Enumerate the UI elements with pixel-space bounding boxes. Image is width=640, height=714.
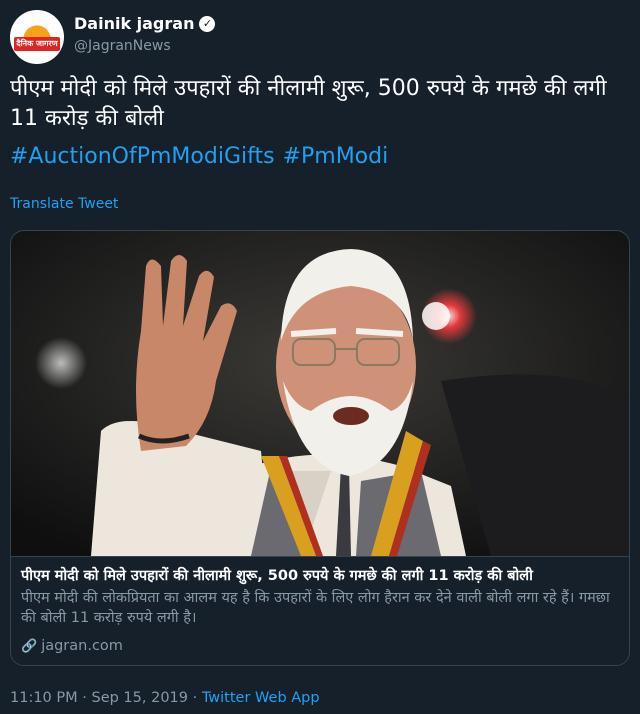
card-body[interactable]: पीएम मोदी को मिले उपहारों की नीलामी शुरू… bbox=[11, 556, 629, 665]
meta-separator: · bbox=[192, 690, 198, 706]
card-domain[interactable]: 🔗 jagran.com bbox=[21, 638, 123, 654]
tweet-header: दैनिक जागरण Dainik jagran ✓ @JagranNews bbox=[10, 8, 630, 66]
name-row: Dainik jagran ✓ bbox=[74, 14, 216, 33]
link-icon: 🔗 bbox=[21, 638, 38, 654]
card-domain-text: jagran.com bbox=[41, 638, 123, 654]
tweet-meta: 11:10 PM · Sep 15, 2019 · Twitter Web Ap… bbox=[10, 690, 320, 706]
card-image[interactable] bbox=[11, 231, 629, 556]
card-description: पीएम मोदी की लोकप्रियता का आलम यह है कि … bbox=[21, 590, 610, 626]
tweet-source[interactable]: Twitter Web App bbox=[202, 690, 320, 706]
display-name[interactable]: Dainik jagran bbox=[74, 14, 194, 33]
link-card[interactable]: पीएम मोदी को मिले उपहारों की नीलामी शुरू… bbox=[10, 230, 630, 666]
verified-badge-icon: ✓ bbox=[199, 15, 216, 32]
user-handle[interactable]: @JagranNews bbox=[74, 38, 171, 54]
hashtags: #AuctionOfPmModiGifts #PmModi bbox=[10, 142, 396, 172]
avatar-logo-text: दैनिक जागरण bbox=[14, 37, 60, 51]
tweet-time[interactable]: 11:10 PM bbox=[10, 690, 78, 706]
meta-separator: · bbox=[82, 690, 87, 706]
tweet-text: पीएम मोदी को मिले उपहारों की नीलामी शुरू… bbox=[10, 76, 607, 131]
hashtag-link[interactable]: #PmModi bbox=[283, 144, 389, 169]
translate-tweet-link[interactable]: Translate Tweet bbox=[10, 196, 118, 212]
avatar[interactable]: दैनिक जागरण bbox=[10, 10, 64, 64]
tweet-date[interactable]: Sep 15, 2019 bbox=[91, 690, 188, 706]
sun-logo-icon bbox=[23, 19, 51, 39]
card-title[interactable]: पीएम मोदी को मिले उपहारों की नीलामी शुरू… bbox=[21, 565, 621, 585]
hashtag-link[interactable]: #AuctionOfPmModiGifts bbox=[10, 144, 275, 169]
